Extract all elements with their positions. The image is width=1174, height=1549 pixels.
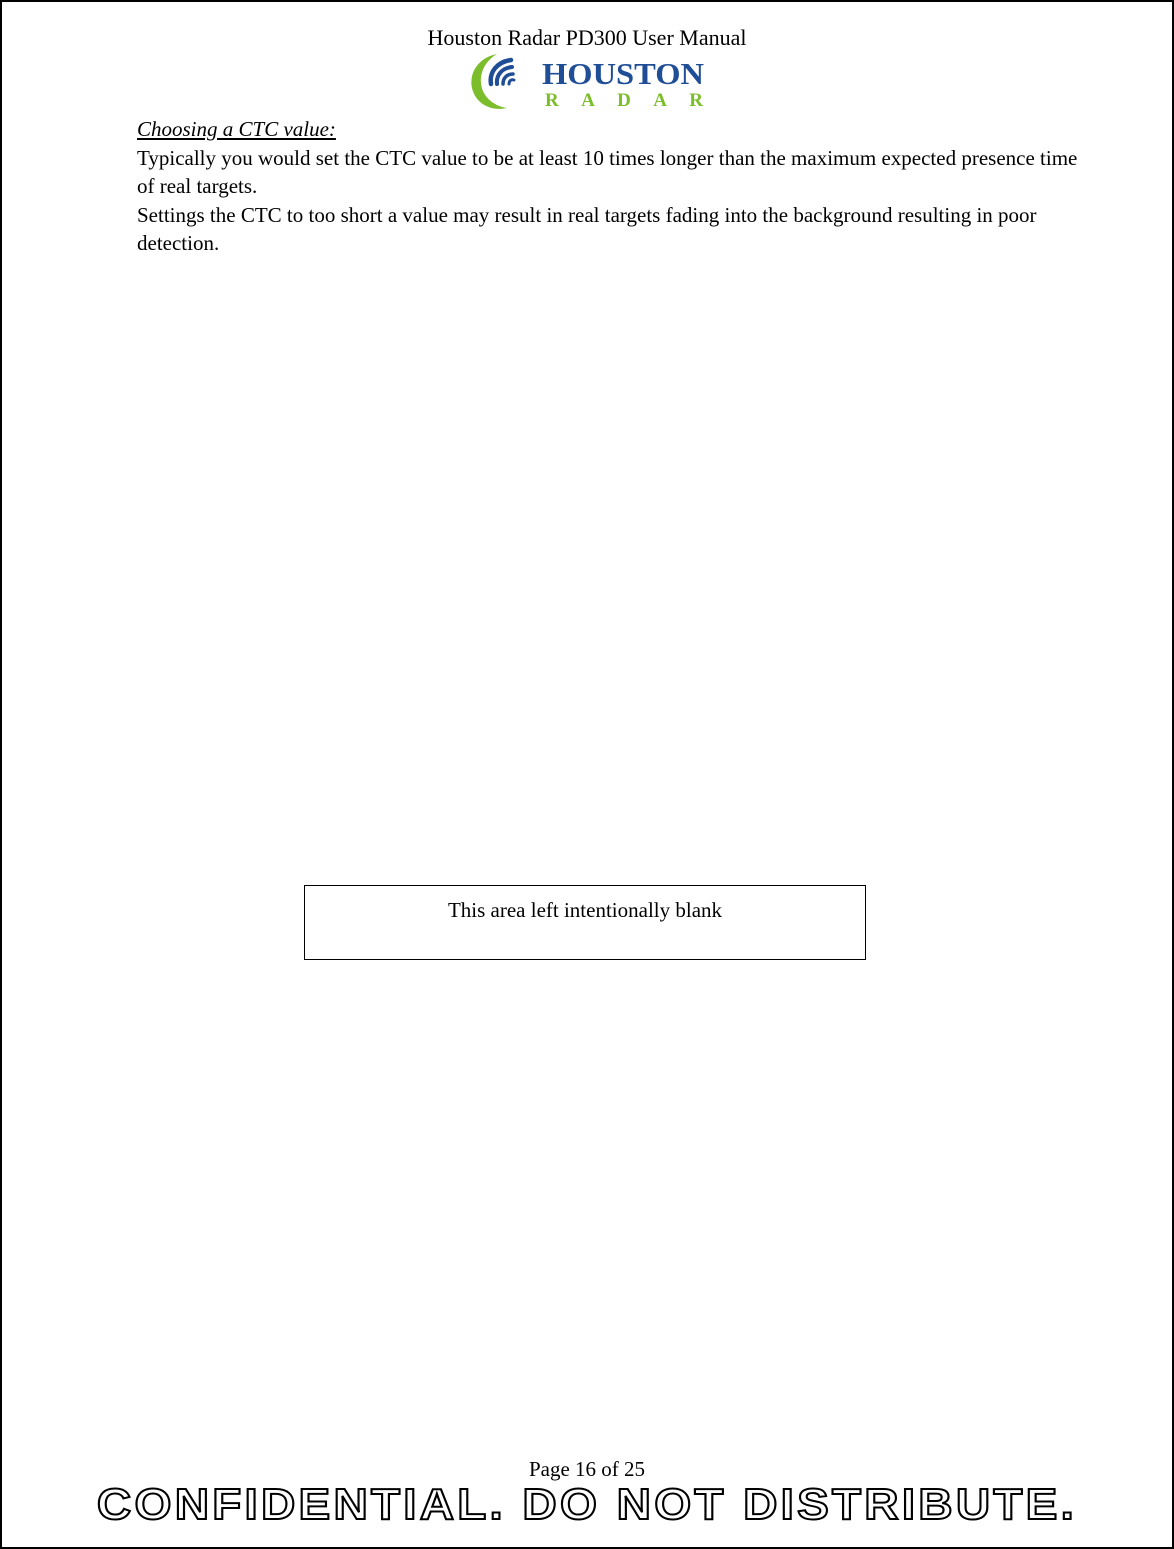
- paragraph: Settings the CTC to too short a value ma…: [137, 202, 1037, 256]
- logo-word-houston: HOUSTON: [542, 56, 704, 91]
- document-body: Choosing a CTC value: Typically you woul…: [137, 115, 1087, 258]
- logo-word-radar: R A D A R: [545, 90, 703, 111]
- page-number: Page 16 of 25: [528, 1457, 646, 1481]
- confidential-watermark: CONFIDENTIAL. DO NOT DISTRIBUTE.: [96, 1479, 1078, 1530]
- intentionally-blank-notice: This area left intentionally blank: [304, 885, 866, 960]
- blank-notice-text: This area left intentionally blank: [447, 898, 723, 922]
- document-header-title: Houston Radar PD300 User Manual: [427, 25, 747, 50]
- section-heading: Choosing a CTC value:: [137, 117, 336, 141]
- paragraph: Typically you would set the CTC value to…: [137, 145, 1078, 199]
- houston-radar-logo: HOUSTON R A D A R: [467, 50, 712, 112]
- houston-radar-logo-icon: HOUSTON R A D A R: [471, 54, 704, 111]
- logo-blue-arc-4: [507, 78, 516, 86]
